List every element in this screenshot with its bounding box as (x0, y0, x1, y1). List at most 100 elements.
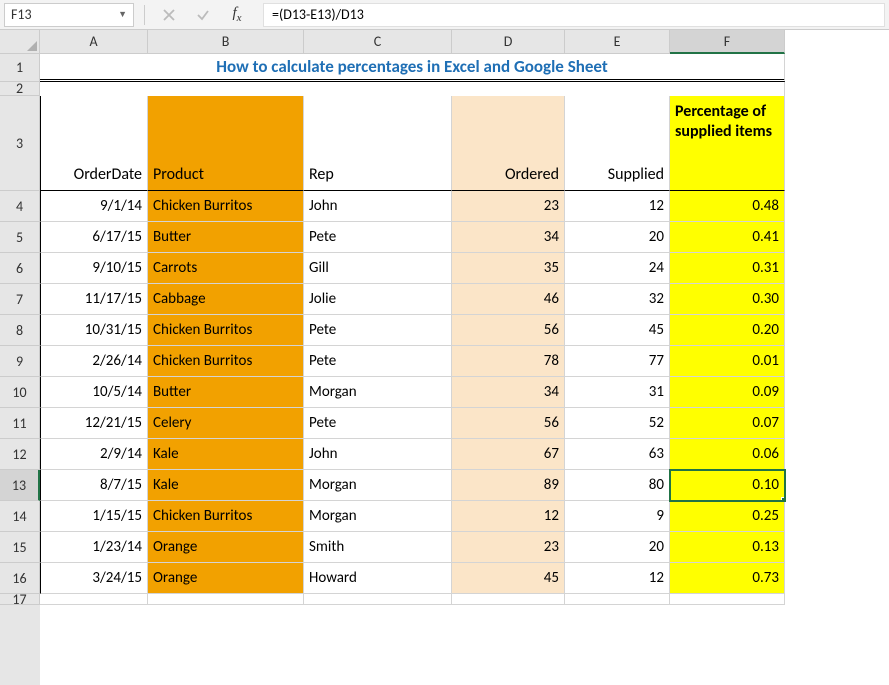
cell-F16[interactable]: 0.73 (670, 563, 785, 594)
cell-D6[interactable]: 35 (452, 253, 565, 284)
cell-C14[interactable]: Morgan (304, 501, 452, 532)
cell-B4[interactable]: Chicken Burritos (148, 191, 304, 222)
cell-B5[interactable]: Butter (148, 222, 304, 253)
column-header-E[interactable]: E (565, 30, 670, 54)
cell-F14[interactable]: 0.25 (670, 501, 785, 532)
row-header-6[interactable]: 6 (0, 253, 40, 284)
cell-E13[interactable]: 80 (565, 470, 670, 501)
cell-E8[interactable]: 45 (565, 315, 670, 346)
cell-C7[interactable]: Jolie (304, 284, 452, 315)
row-header-5[interactable]: 5 (0, 222, 40, 253)
column-header-A[interactable]: A (40, 30, 148, 54)
cell-F10[interactable]: 0.09 (670, 377, 785, 408)
row-header-8[interactable]: 8 (0, 315, 40, 346)
cell-B6[interactable]: Carrots (148, 253, 304, 284)
cell-C11[interactable]: Pete (304, 408, 452, 439)
cell[interactable] (304, 82, 452, 96)
cell-C4[interactable]: John (304, 191, 452, 222)
cell-D10[interactable]: 34 (452, 377, 565, 408)
cell-B11[interactable]: Celery (148, 408, 304, 439)
cell-C15[interactable]: Smith (304, 532, 452, 563)
cell-B15[interactable]: Orange (148, 532, 304, 563)
table-header-C[interactable]: Rep (304, 96, 452, 191)
row-header-14[interactable]: 14 (0, 501, 40, 532)
cell-E10[interactable]: 31 (565, 377, 670, 408)
cell[interactable] (148, 594, 304, 605)
cell-C13[interactable]: Morgan (304, 470, 452, 501)
cell-C9[interactable]: Pete (304, 346, 452, 377)
cell[interactable] (40, 82, 148, 96)
enter-formula-button[interactable] (189, 3, 217, 27)
cell-A10[interactable]: 10/5/14 (40, 377, 148, 408)
cell-E5[interactable]: 20 (565, 222, 670, 253)
row-header-16[interactable]: 16 (0, 563, 40, 594)
row-header-9[interactable]: 9 (0, 346, 40, 377)
column-header-B[interactable]: B (148, 30, 304, 54)
cancel-formula-button[interactable] (155, 3, 183, 27)
cell[interactable] (565, 594, 670, 605)
table-header-A[interactable]: OrderDate (40, 96, 148, 191)
cell-C10[interactable]: Morgan (304, 377, 452, 408)
column-header-C[interactable]: C (304, 30, 452, 54)
cell[interactable] (452, 594, 565, 605)
cell-A11[interactable]: 12/21/15 (40, 408, 148, 439)
row-header-7[interactable]: 7 (0, 284, 40, 315)
cell-C8[interactable]: Pete (304, 315, 452, 346)
fill-handle[interactable] (781, 497, 785, 501)
cell-D9[interactable]: 78 (452, 346, 565, 377)
cell-B12[interactable]: Kale (148, 439, 304, 470)
cell-C16[interactable]: Howard (304, 563, 452, 594)
cell-D15[interactable]: 23 (452, 532, 565, 563)
cell-D7[interactable]: 46 (452, 284, 565, 315)
page-title[interactable]: How to calculate percentages in Excel an… (40, 54, 785, 82)
cell-E7[interactable]: 32 (565, 284, 670, 315)
cell-F15[interactable]: 0.13 (670, 532, 785, 563)
cell-D5[interactable]: 34 (452, 222, 565, 253)
cell[interactable] (40, 594, 148, 605)
cell[interactable] (304, 594, 452, 605)
cell[interactable] (148, 82, 304, 96)
cell-A14[interactable]: 1/15/15 (40, 501, 148, 532)
name-box[interactable]: F13 ▼ (4, 3, 134, 27)
cell[interactable] (452, 82, 565, 96)
cell-A7[interactable]: 11/17/15 (40, 284, 148, 315)
cell-C5[interactable]: Pete (304, 222, 452, 253)
cell-B9[interactable]: Chicken Burritos (148, 346, 304, 377)
cell-F11[interactable]: 0.07 (670, 408, 785, 439)
cell-B13[interactable]: Kale (148, 470, 304, 501)
cell-D16[interactable]: 45 (452, 563, 565, 594)
cell-E12[interactable]: 63 (565, 439, 670, 470)
cell-B8[interactable]: Chicken Burritos (148, 315, 304, 346)
insert-function-button[interactable]: fx (223, 3, 251, 27)
formula-input[interactable]: =(D13-E13)/D13 (263, 3, 885, 27)
cell-C12[interactable]: John (304, 439, 452, 470)
cell-F7[interactable]: 0.30 (670, 284, 785, 315)
row-header-1[interactable]: 1 (0, 54, 40, 82)
cell-F4[interactable]: 0.48 (670, 191, 785, 222)
cell-A5[interactable]: 6/17/15 (40, 222, 148, 253)
row-header-11[interactable]: 11 (0, 408, 40, 439)
cell-D8[interactable]: 56 (452, 315, 565, 346)
select-all-corner[interactable] (0, 30, 40, 54)
cell-A6[interactable]: 9/10/15 (40, 253, 148, 284)
cell[interactable] (670, 594, 785, 605)
cell-F6[interactable]: 0.31 (670, 253, 785, 284)
cell-B10[interactable]: Butter (148, 377, 304, 408)
table-header-E[interactable]: Supplied (565, 96, 670, 191)
cell-D13[interactable]: 89 (452, 470, 565, 501)
cell-E4[interactable]: 12 (565, 191, 670, 222)
cell[interactable] (565, 82, 670, 96)
row-header-2[interactable]: 2 (0, 82, 40, 96)
cell-A15[interactable]: 1/23/14 (40, 532, 148, 563)
cell-E15[interactable]: 20 (565, 532, 670, 563)
row-header-10[interactable]: 10 (0, 377, 40, 408)
cell-A8[interactable]: 10/31/15 (40, 315, 148, 346)
row-header-4[interactable]: 4 (0, 191, 40, 222)
cell-D14[interactable]: 12 (452, 501, 565, 532)
cell-D11[interactable]: 56 (452, 408, 565, 439)
cell-E9[interactable]: 77 (565, 346, 670, 377)
row-header-15[interactable]: 15 (0, 532, 40, 563)
cell-A13[interactable]: 8/7/15 (40, 470, 148, 501)
column-header-D[interactable]: D (452, 30, 565, 54)
cell-B14[interactable]: Chicken Burritos (148, 501, 304, 532)
